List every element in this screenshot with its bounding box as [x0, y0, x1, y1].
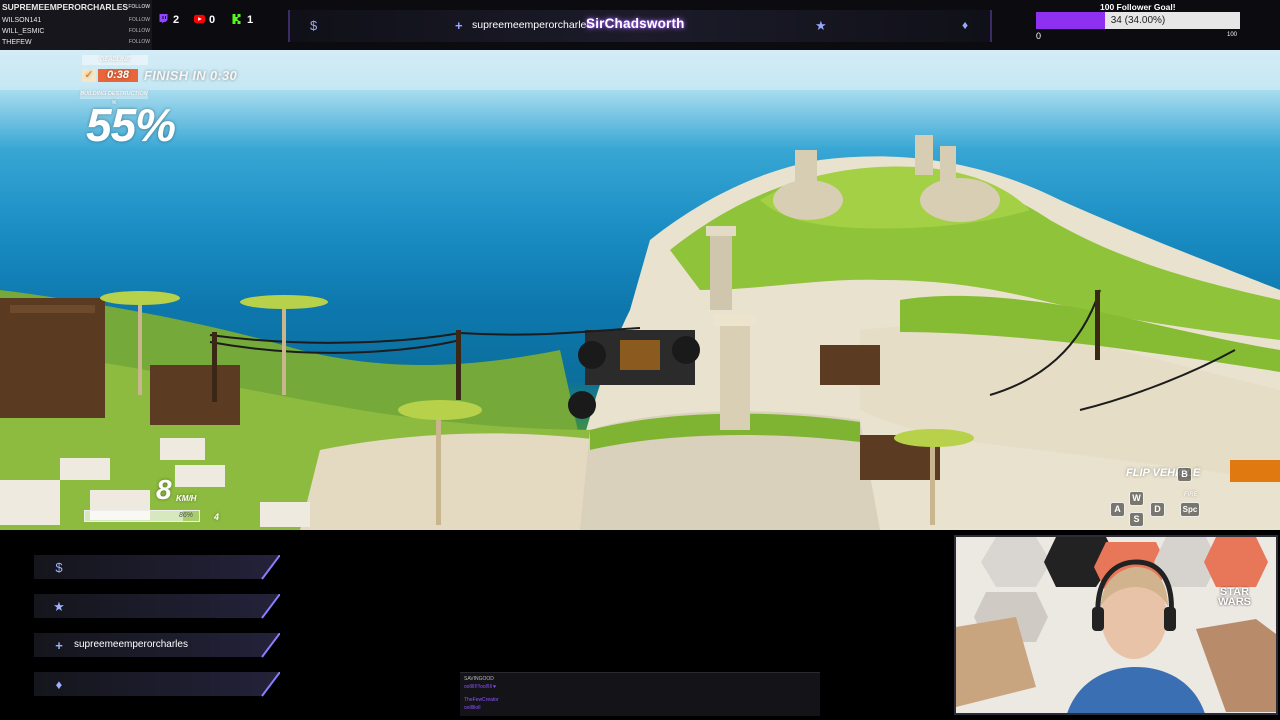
- diamond-icon: ♦: [962, 18, 969, 32]
- follower-name: SUPREMEEMPERORCHARLES: [2, 2, 129, 12]
- follow-plus-icon: +: [55, 638, 63, 653]
- list-item: WILSON141 FOLLOW: [2, 15, 150, 26]
- dollar-icon: $: [310, 18, 318, 33]
- follow-plus-icon: +: [455, 18, 463, 33]
- vehicle-health-fill: [85, 511, 184, 521]
- kick-counter: 1: [232, 12, 253, 28]
- goal-progress-text: 34 (34.00%): [1110, 15, 1166, 26]
- follower-goal-widget: 100 Follower Goal! 34 (34.00%) 0 100: [1030, 0, 1276, 46]
- list-item: SUPREMEEMPERORCHARLES FOLLOW: [2, 0, 150, 14]
- goal-progress-bar: 34 (34.00%): [1036, 12, 1240, 29]
- goal-max: 100: [1227, 32, 1238, 38]
- webcam-feed: STAR WARS: [954, 535, 1278, 715]
- recent-followers-list: SUPREMEEMPERORCHARLES FOLLOW WILSON141 F…: [0, 0, 152, 50]
- flip-key: B: [1177, 467, 1192, 482]
- follow-label: FOLLOW: [128, 4, 150, 10]
- event-item-star: ★: [34, 594, 280, 620]
- youtube-count: 0: [209, 14, 216, 26]
- goal-min: 0: [1036, 31, 1042, 41]
- follower-name: WILL_ESMIC: [2, 28, 45, 35]
- youtube-icon: [194, 14, 205, 24]
- dollar-icon: $: [55, 560, 63, 575]
- follower-name: THEFEW: [2, 39, 32, 46]
- key-a: A: [1110, 502, 1125, 517]
- speed-unit: KM/H: [176, 494, 197, 503]
- star-icon: ★: [53, 599, 65, 614]
- twitch-count: 2: [173, 14, 180, 26]
- star-wars-logo: STAR WARS: [1218, 586, 1251, 608]
- follow-label: FOLLOW: [128, 28, 150, 34]
- event-item-diamond: ♦: [34, 672, 280, 698]
- event-item-frame: [34, 555, 280, 580]
- latest-follower-name: supreemeemperorcharles: [472, 19, 592, 31]
- kick-icon: [232, 14, 241, 24]
- chat-username: SAVINGOOD: [464, 676, 494, 682]
- event-item-frame: [34, 672, 280, 697]
- list-item: THEFEW FOLLOW: [2, 37, 150, 48]
- follow-label: FOLLOW: [128, 17, 150, 23]
- gear-indicator: 4: [214, 512, 220, 522]
- youtube-counter: 0: [194, 12, 215, 28]
- key-w: W: [1129, 491, 1144, 506]
- twitch-icon: [159, 14, 168, 24]
- twitch-counter: 2: [158, 12, 179, 28]
- list-item: WILL_ESMIC FOLLOW: [2, 26, 150, 37]
- event-headline: SirChadsworth: [586, 16, 685, 31]
- key-d: D: [1150, 502, 1165, 517]
- vehicle-health-text: 86%: [178, 512, 193, 519]
- top-bar: SUPREMEEMPERORCHARLES FOLLOW WILSON141 F…: [0, 0, 1280, 50]
- stream-overlay: SUPREMEEMPERORCHARLES FOLLOW WILSON141 F…: [0, 0, 1280, 720]
- event-ticker-bar: $ + supreemeemperorcharles SirChadsworth…: [288, 10, 992, 42]
- vehicle-health-bar: 86%: [84, 510, 200, 522]
- game-view[interactable]: DEADLINE ✓ 0:38 FINISH IN 0:30 BUILDING …: [0, 50, 1280, 530]
- star-icon: ★: [815, 18, 827, 33]
- follow-label: FOLLOW: [128, 39, 150, 45]
- diamond-icon: ♦: [55, 677, 63, 692]
- follower-name: WILSON141: [2, 17, 42, 24]
- speed-value: 8: [156, 474, 172, 505]
- deadline-label: DEADLINE: [82, 55, 148, 65]
- key-s: S: [1129, 512, 1144, 527]
- chat-message: oolIlII!!!ool!Ill ♥: [464, 684, 497, 690]
- deadline-timer: 0:38: [98, 69, 138, 82]
- event-item-follow: + supreemeemperorcharles: [34, 633, 280, 659]
- chat-message: oolIlllolI: [464, 705, 481, 711]
- island-scene-art: [0, 50, 1280, 530]
- goal-title: 100 Follower Goal!: [1100, 2, 1176, 12]
- chat-username: TheFewCreator: [464, 697, 499, 703]
- event-label: supreemeemperorcharles: [74, 639, 188, 650]
- webcam-image: [956, 537, 1276, 713]
- recent-events-list: $ ★ + supreemeemperorcharles ♦: [34, 552, 280, 698]
- kick-count: 1: [247, 14, 254, 26]
- finish-countdown: FINISH IN 0:30: [144, 68, 238, 83]
- chat-overlay: SAVINGOOD oolIlII!!!ool!Ill ♥ TheFewCrea…: [460, 672, 820, 716]
- check-icon: ✓: [82, 69, 96, 82]
- fire-key: Spc: [1180, 502, 1200, 517]
- event-item-frame: [34, 594, 280, 619]
- fire-label: FIRE: [1184, 492, 1198, 498]
- destruction-percent: 55%: [86, 99, 176, 151]
- event-item-donation: $: [34, 555, 280, 581]
